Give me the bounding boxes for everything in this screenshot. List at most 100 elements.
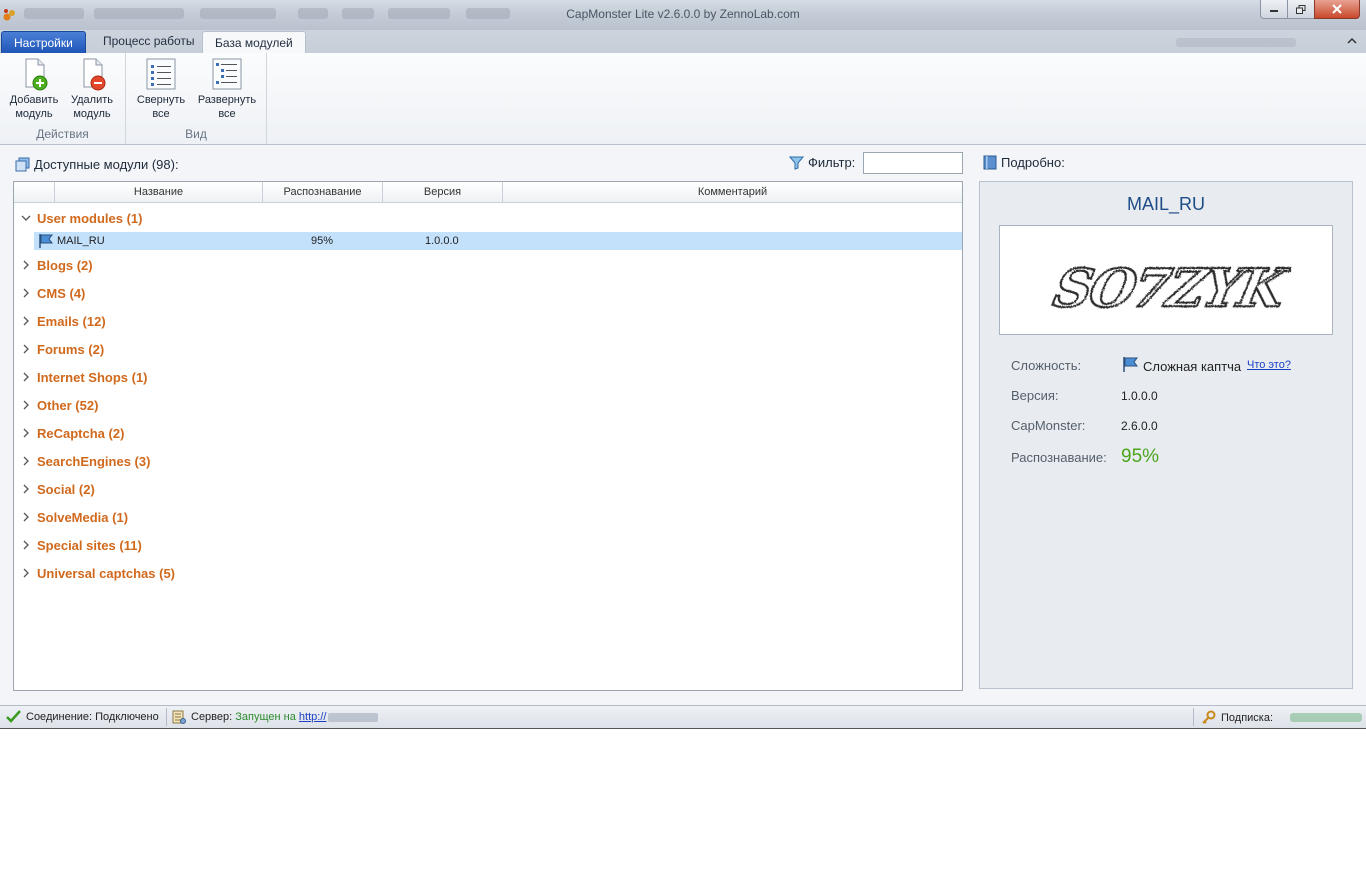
group-row[interactable]: Other (52) [14, 391, 98, 419]
connection-status: Соединение: Подключено [6, 710, 159, 723]
what-is-it-link[interactable]: Что это? [1247, 359, 1291, 371]
tab-modules-base[interactable]: База модулей [202, 31, 306, 54]
column-header-comment[interactable]: Комментарий [503, 182, 962, 202]
capmonster-version-label: CapMonster: [1011, 418, 1086, 433]
collapse-all-button[interactable]: Свернуть все [132, 57, 190, 121]
delete-module-label-1: Удалить [71, 94, 113, 106]
filter-label-wrap: Фильтр: [789, 155, 855, 170]
flag-icon [39, 234, 53, 248]
group-row[interactable]: Blogs (2) [14, 251, 93, 279]
group-row[interactable]: Special sites (11) [14, 531, 142, 559]
group-name: Social (2) [37, 481, 95, 497]
chevron-right-icon[interactable] [20, 287, 32, 299]
group-row[interactable]: SearchEngines (3) [14, 447, 150, 475]
expand-all-button[interactable]: Развернуть все [194, 57, 260, 121]
chevron-right-icon[interactable] [20, 483, 32, 495]
group-row-user-modules[interactable]: User modules (1) [14, 204, 142, 232]
collapse-all-label-2: все [152, 108, 170, 120]
chevron-right-icon[interactable] [20, 567, 32, 579]
server-link[interactable]: http:// [299, 711, 327, 723]
column-header-version[interactable]: Версия [383, 182, 503, 202]
delete-module-label-2: модуль [73, 108, 111, 120]
capmonster-window: CapMonster Lite v2.6.0.0 by ZennoLab.com… [0, 0, 1366, 729]
details-panel: MAIL_RU SO7ZYK Сложность: Сложная каптча… [979, 181, 1353, 689]
chevron-down-icon[interactable] [20, 212, 32, 224]
chevron-right-icon[interactable] [20, 259, 32, 271]
add-module-label-2: модуль [15, 108, 53, 120]
available-modules-label: Доступные модули (98): [34, 156, 179, 172]
group-row[interactable]: SolveMedia (1) [14, 503, 128, 531]
key-icon [1202, 710, 1216, 724]
group-row[interactable]: Universal captchas (5) [14, 559, 175, 587]
chevron-right-icon[interactable] [20, 371, 32, 383]
close-button[interactable] [1314, 0, 1360, 19]
version-label: Версия: [1011, 388, 1059, 403]
column-header-recognition[interactable]: Распознавание [263, 182, 383, 202]
connection-text: Соединение: Подключено [26, 710, 159, 723]
group-row[interactable]: Emails (12) [14, 307, 106, 335]
status-separator [166, 708, 167, 726]
filter-label: Фильтр: [808, 155, 856, 170]
window-controls [1260, 0, 1360, 19]
cell-name: MAIL_RU [57, 235, 105, 247]
status-separator [1193, 708, 1194, 726]
add-document-icon [25, 58, 48, 91]
group-row[interactable]: Forums (2) [14, 335, 104, 363]
ribbon-group-label: Вид [185, 127, 207, 141]
recognition-value: 95% [1121, 446, 1160, 467]
chevron-right-icon[interactable] [20, 343, 32, 355]
expand-tree-icon [212, 58, 242, 90]
window-title: CapMonster Lite v2.6.0.0 by ZennoLab.com [566, 7, 800, 21]
chevron-right-icon[interactable] [20, 539, 32, 551]
chevron-right-icon[interactable] [20, 399, 32, 411]
server-label: Сервер: [191, 711, 233, 723]
chevron-right-icon[interactable] [20, 315, 32, 327]
flag-icon [1123, 357, 1138, 372]
server-state: Запущен на [235, 711, 296, 723]
version-value: 1.0.0.0 [1121, 389, 1158, 403]
ribbon-group-label: Действия [36, 127, 89, 141]
tab-settings[interactable]: Настройки [1, 31, 86, 53]
group-name: SearchEngines (3) [37, 453, 151, 469]
captcha-image: SO7ZYK [1048, 257, 1295, 320]
recognition-label: Распознавание: [1011, 450, 1107, 465]
modules-icon [15, 157, 30, 171]
group-row[interactable]: ReCaptcha (2) [14, 419, 124, 447]
modules-grid: Название Распознавание Версия Комментари… [13, 181, 963, 691]
filter-input[interactable] [863, 152, 963, 174]
collapse-list-icon [146, 58, 176, 90]
captcha-preview: SO7ZYK [999, 225, 1333, 335]
available-modules-header: Доступные модули (98): [15, 155, 179, 173]
group-name: Emails (12) [37, 313, 106, 329]
column-header-indicator[interactable] [14, 182, 55, 202]
ribbon-group-view: Свернуть все Развернуть все Вид [126, 53, 267, 144]
group-name: CMS (4) [37, 285, 86, 301]
delete-document-icon [83, 58, 106, 91]
chevron-right-icon[interactable] [20, 427, 32, 439]
details-header: Подробно: [983, 155, 1065, 170]
group-name: Internet Shops (1) [37, 369, 148, 385]
group-row[interactable]: CMS (4) [14, 279, 85, 307]
column-header-name[interactable]: Название [55, 182, 263, 202]
blurred-area [1176, 38, 1296, 47]
chevron-right-icon[interactable] [20, 511, 32, 523]
blurred-url [328, 712, 379, 722]
collapse-ribbon-icon[interactable] [1346, 35, 1358, 47]
group-row[interactable]: Social (2) [14, 475, 95, 503]
server-icon [172, 710, 186, 724]
tab-process[interactable]: Процесс работы [91, 30, 206, 52]
group-name: Forums (2) [37, 341, 105, 357]
restore-button[interactable] [1287, 0, 1315, 19]
table-row-selected[interactable]: MAIL_RU 95% 1.0.0.0 [34, 232, 962, 250]
blurred-subscription [1290, 713, 1362, 722]
add-module-button[interactable]: Добавить модуль [6, 57, 62, 121]
group-row[interactable]: Internet Shops (1) [14, 363, 148, 391]
chevron-right-icon[interactable] [20, 455, 32, 467]
delete-module-button[interactable]: Удалить модуль [64, 57, 120, 121]
subscription-status: Подписка: [1201, 710, 1273, 725]
minimize-button[interactable] [1260, 0, 1288, 19]
group-name: SolveMedia (1) [37, 509, 129, 525]
server-status: Сервер: Запущен на http:// [172, 710, 379, 724]
group-name: User modules (1) [37, 210, 143, 226]
expand-all-label-2: все [218, 108, 236, 120]
